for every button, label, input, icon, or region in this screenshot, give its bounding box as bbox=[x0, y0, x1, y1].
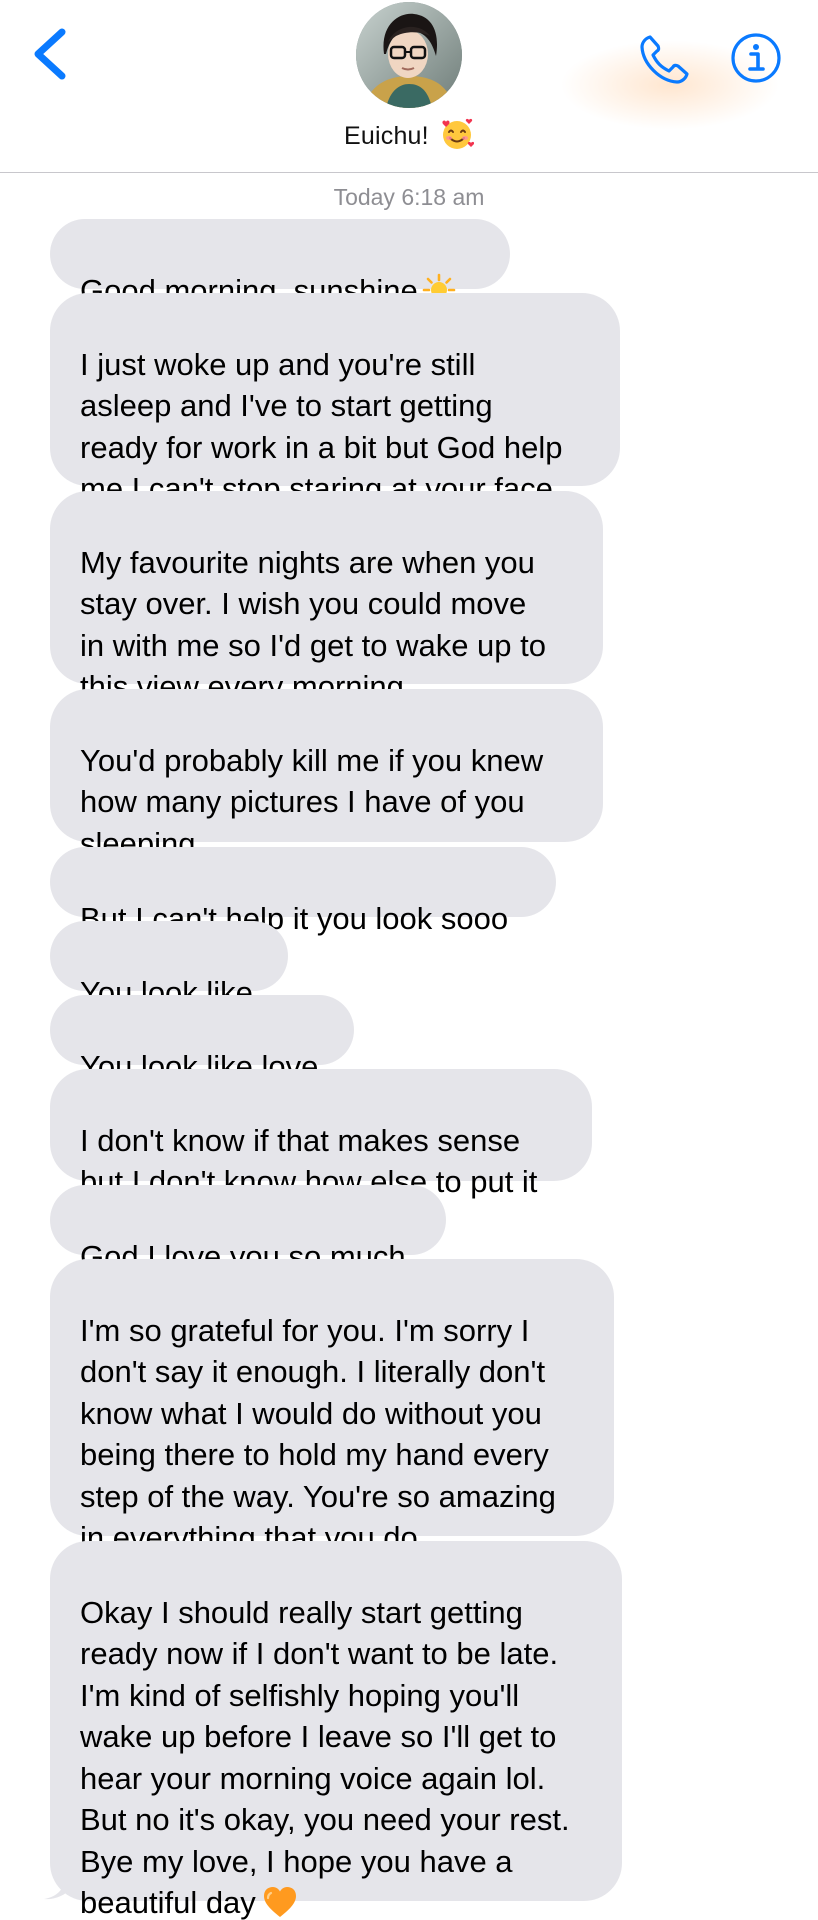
message-bubble[interactable]: But I can't help it you look sooo bbox=[50, 847, 556, 936]
message-bubble[interactable]: My favourite nights are when you stay ov… bbox=[50, 491, 603, 704]
message-text: My favourite nights are when you stay ov… bbox=[80, 544, 546, 705]
back-button[interactable] bbox=[28, 26, 72, 82]
contact-name: Euichu! bbox=[344, 122, 429, 150]
message-text: I just woke up and you're still asleep a… bbox=[80, 346, 563, 507]
message-bubble[interactable]: You'd probably kill me if you knew how m… bbox=[50, 689, 603, 861]
avatar-photo bbox=[356, 2, 462, 108]
phone-icon bbox=[640, 35, 689, 84]
chevron-left-icon bbox=[34, 28, 66, 80]
message-bubble[interactable]: I don't know if that makes sense but I d… bbox=[50, 1069, 592, 1199]
info-button[interactable] bbox=[730, 32, 782, 84]
message-bubble[interactable]: God I love you so much bbox=[50, 1185, 446, 1274]
message-bubble[interactable]: I just woke up and you're still asleep a… bbox=[50, 293, 620, 506]
message-text: Okay I should really start getting ready… bbox=[80, 1594, 570, 1920]
message-text: I'm so grateful for you. I'm sorry I don… bbox=[80, 1312, 556, 1556]
messages-screen: Euichu! Today 6:18 am Good morning, suns… bbox=[0, 0, 818, 1920]
message-bubble[interactable]: You look like love bbox=[50, 995, 354, 1084]
contact-name-row[interactable]: Euichu! bbox=[0, 118, 818, 151]
info-icon bbox=[731, 33, 781, 83]
message-bubble[interactable]: I'm so grateful for you. I'm sorry I don… bbox=[50, 1259, 614, 1555]
bubble-tail bbox=[44, 1880, 72, 1900]
smiling-face-with-hearts-icon bbox=[442, 118, 475, 149]
conversation-header: Euichu! bbox=[0, 0, 818, 173]
conversation-timestamp: Today 6:18 am bbox=[333, 184, 485, 210]
orange-heart-icon bbox=[263, 1887, 296, 1917]
call-button[interactable] bbox=[636, 32, 692, 88]
message-bubble[interactable]: Good morning, sunshine bbox=[50, 219, 510, 308]
message-bubble[interactable]: You look like bbox=[50, 921, 288, 1010]
message-bubble[interactable]: Okay I should really start getting ready… bbox=[50, 1541, 622, 1920]
contact-avatar[interactable] bbox=[356, 2, 462, 108]
message-text: You'd probably kill me if you knew how m… bbox=[80, 742, 544, 861]
